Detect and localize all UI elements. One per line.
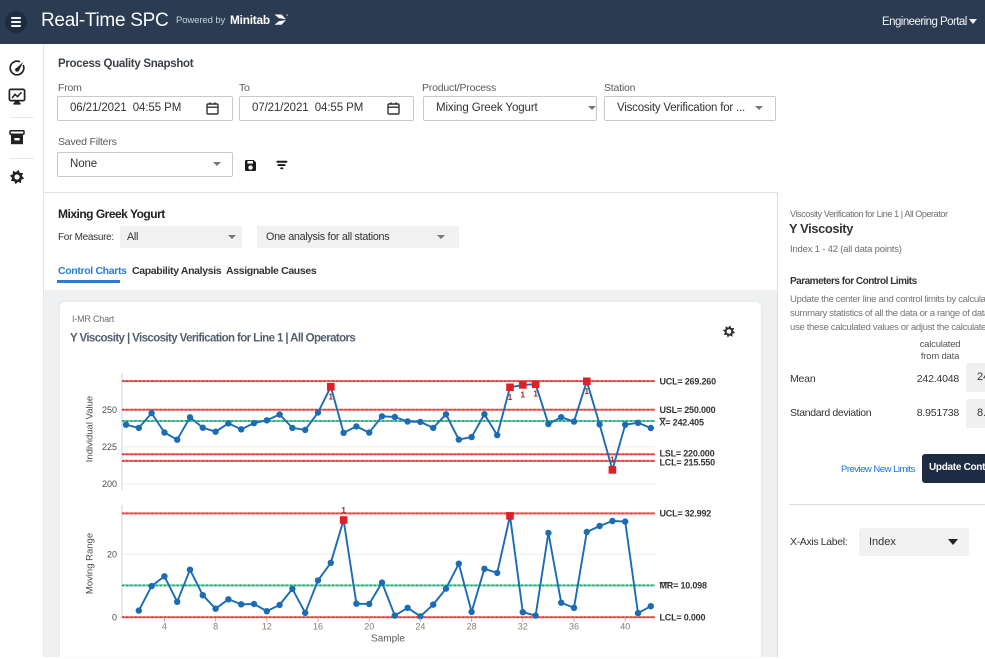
svg-text:20: 20 [107, 550, 117, 560]
svg-text:28: 28 [467, 622, 477, 632]
svg-text:1: 1 [328, 391, 333, 401]
svg-text:0: 0 [112, 612, 117, 622]
svg-text:Moving Range: Moving Range [85, 533, 96, 594]
svg-text:UCL= 269.260: UCL= 269.260 [660, 376, 717, 386]
svg-text:LCL= 215.550: LCL= 215.550 [660, 458, 716, 468]
svg-text:I-MR Chart: I-MR Chart [72, 314, 115, 324]
svg-text:8: 8 [213, 622, 218, 632]
svg-text:32: 32 [518, 622, 528, 632]
svg-text:12: 12 [262, 622, 272, 632]
svg-text:4: 4 [162, 622, 167, 632]
svg-text:200: 200 [102, 479, 117, 489]
svg-text:20: 20 [364, 622, 374, 632]
svg-text:MR= 10.098: MR= 10.098 [660, 581, 707, 591]
svg-text:1: 1 [610, 454, 615, 464]
svg-text:1: 1 [520, 389, 525, 399]
svg-text:1: 1 [508, 392, 513, 402]
svg-text:225: 225 [102, 442, 117, 452]
svg-text:1: 1 [341, 505, 346, 515]
svg-text:Y Viscosity | Viscosity Verifi: Y Viscosity | Viscosity Verification for… [70, 333, 355, 345]
svg-text:Individual Value: Individual Value [85, 396, 96, 462]
svg-text:36: 36 [569, 622, 579, 632]
svg-text:24: 24 [415, 622, 425, 632]
svg-text:16: 16 [313, 622, 323, 632]
svg-text:1: 1 [584, 386, 589, 396]
svg-text:X= 242.405: X= 242.405 [660, 418, 704, 428]
svg-text:Sample: Sample [371, 634, 405, 645]
svg-text:UCL= 32.992: UCL= 32.992 [660, 509, 712, 519]
svg-text:1: 1 [533, 389, 538, 399]
svg-text:250: 250 [102, 405, 117, 415]
svg-text:40: 40 [620, 622, 630, 632]
svg-text:LCL= 0.000: LCL= 0.000 [660, 612, 706, 622]
svg-text:USL= 250.000: USL= 250.000 [660, 405, 716, 415]
